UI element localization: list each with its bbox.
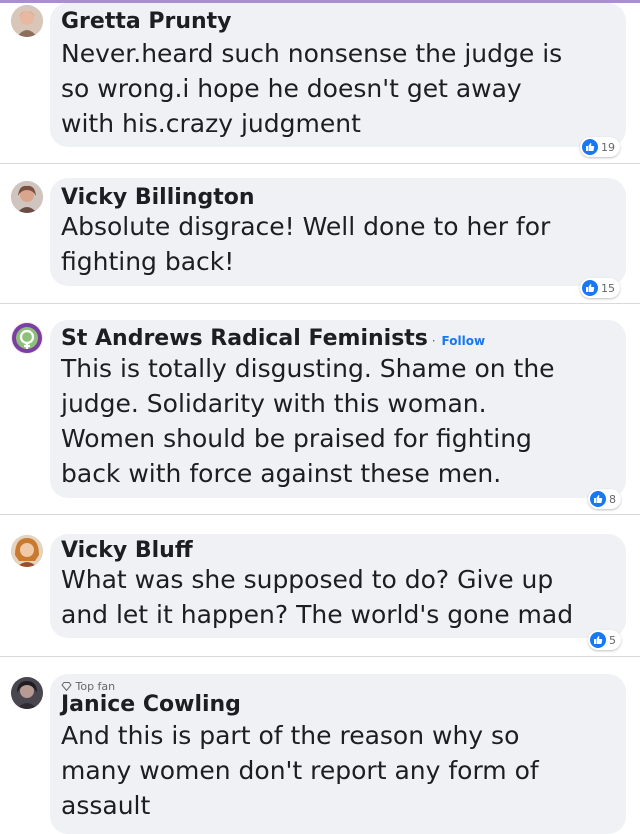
divider <box>0 303 640 304</box>
separator-dot: · <box>427 334 436 348</box>
reaction-count-label: 15 <box>601 281 615 295</box>
like-icon <box>582 139 598 155</box>
avatar[interactable] <box>11 322 43 354</box>
avatar-image <box>11 181 43 213</box>
comment-line: Never.heard such nonsense the judge is <box>61 39 563 68</box>
reaction-count[interactable]: 15 <box>580 278 620 298</box>
comment-bubble: Top fan Janice Cowling And this is part … <box>50 674 626 834</box>
comment-author[interactable]: Vicky Billington <box>61 185 255 210</box>
comment-author[interactable]: Janice Cowling <box>61 692 241 717</box>
reaction-count-label: 5 <box>609 633 616 647</box>
avatar-image <box>11 5 43 37</box>
comment-text: Never.heard such nonsense the judge is s… <box>61 36 562 141</box>
comment-author[interactable]: Vicky Bluff <box>61 538 193 563</box>
avatar-image <box>11 677 43 709</box>
reaction-count[interactable]: 8 <box>588 489 621 509</box>
comment-author[interactable]: Gretta Prunty <box>61 9 232 34</box>
comment-bubble: Vicky Billington Absolute disgrace! Well… <box>50 178 626 286</box>
avatar[interactable] <box>11 5 43 37</box>
comment-line: judge. Solidarity with this woman. <box>61 389 487 418</box>
like-icon <box>582 280 598 296</box>
comment-text: What was she supposed to do? Give up and… <box>61 562 573 632</box>
like-icon <box>590 491 606 507</box>
avatar[interactable] <box>11 181 43 213</box>
comment-line: with his.crazy judgment <box>61 109 361 138</box>
comment-text: And this is part of the reason why so ma… <box>61 718 539 823</box>
comment-line: assault <box>61 791 151 820</box>
comment-line: And this is part of the reason why so <box>61 721 520 750</box>
comment-line: Women should be praised for fighting <box>61 424 532 453</box>
comment-bubble: Vicky Bluff What was she supposed to do?… <box>50 534 626 638</box>
divider <box>0 656 640 657</box>
comment-text: Absolute disgrace! Well done to her for … <box>61 209 550 279</box>
comment-line: and let it happen? The world's gone mad <box>61 600 574 629</box>
feminist-symbol-icon <box>12 323 42 353</box>
like-icon <box>590 632 606 648</box>
comment-line: This is totally disgusting. Shame on the <box>61 354 555 383</box>
reaction-count-label: 19 <box>601 140 615 154</box>
comment-line: so wrong.i hope he doesn't get away <box>61 74 522 103</box>
author-name: St Andrews Radical Feminists <box>61 326 428 351</box>
comment-bubble: St Andrews Radical Feminists · Follow Thi… <box>50 320 626 498</box>
comment-line: many women don't report any form of <box>61 756 539 785</box>
comment-line: Absolute disgrace! Well done to her for <box>61 212 551 241</box>
divider <box>0 514 640 515</box>
comment-author[interactable]: St Andrews Radical Feminists · Follow <box>61 326 485 351</box>
reaction-count-label: 8 <box>609 492 616 506</box>
avatar[interactable] <box>11 535 43 567</box>
divider <box>0 163 640 164</box>
comment-line: fighting back! <box>61 247 235 276</box>
comment-line: back with force against these men. <box>61 459 502 488</box>
diamond-icon <box>61 682 72 692</box>
comment-bubble: Gretta Prunty Never.heard such nonsense … <box>50 3 626 147</box>
reaction-count[interactable]: 19 <box>580 137 620 157</box>
follow-button[interactable]: Follow <box>442 334 486 348</box>
avatar[interactable] <box>11 677 43 709</box>
avatar-image <box>11 535 43 567</box>
reaction-count[interactable]: 5 <box>588 630 621 650</box>
comment-line: What was she supposed to do? Give up <box>61 565 554 594</box>
comment-text: This is totally disgusting. Shame on the… <box>61 351 555 491</box>
